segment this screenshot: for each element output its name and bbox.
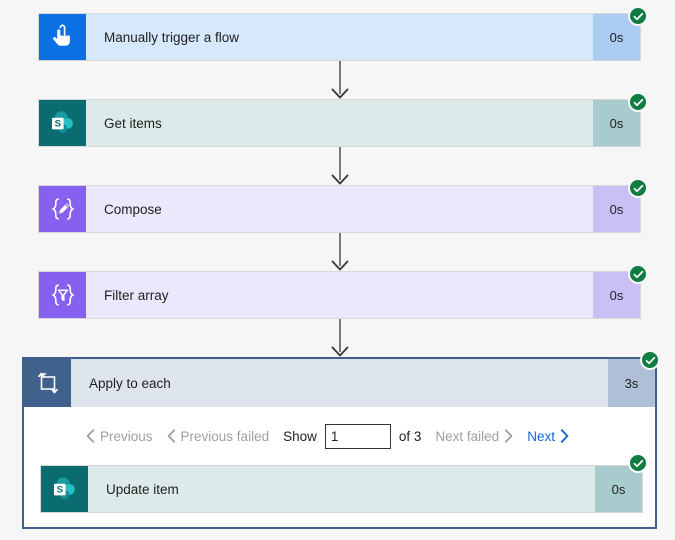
scope-pagination-toolbar: Previous Previous failed Show of 3 Next … [24, 415, 655, 457]
flow-step-manually-trigger-a-flow[interactable]: Manually trigger a flow 0s [38, 13, 641, 61]
sharepoint-icon: S [41, 466, 88, 512]
flow-step-compose[interactable]: Compose 0s [38, 185, 641, 233]
show-label: Show [283, 428, 317, 444]
touch-hand-icon [39, 14, 86, 60]
previous-label: Previous [100, 428, 153, 444]
status-badge-succeeded [628, 178, 648, 198]
status-badge-succeeded [628, 92, 648, 112]
status-badge-succeeded [628, 6, 648, 26]
svg-text:S: S [56, 484, 63, 495]
chevron-left-icon [167, 429, 175, 443]
sharepoint-icon: S [39, 100, 86, 146]
chevron-left-icon [86, 429, 95, 443]
flow-connector-arrow [327, 147, 353, 186]
next-label: Next [527, 428, 555, 444]
flow-step-update-item[interactable]: S Update item 0s [40, 465, 643, 513]
page-total-label: of 3 [398, 428, 422, 444]
flow-connector-arrow [327, 319, 353, 358]
flow-run-canvas: Manually trigger a flow 0s S Get items 0… [0, 0, 675, 540]
page-number-input[interactable] [324, 423, 391, 449]
previous-failed-button[interactable]: Previous failed [167, 428, 270, 444]
flow-scope-apply-to-each[interactable]: Apply to each 3s Previous Previous faile… [22, 357, 657, 529]
flow-connector-arrow [327, 61, 353, 100]
status-badge-succeeded [628, 264, 648, 284]
status-badge-succeeded [640, 350, 660, 370]
next-failed-button[interactable]: Next failed [435, 429, 513, 444]
flow-connector-arrow [327, 233, 353, 272]
compose-braces-pencil-icon [39, 186, 86, 232]
flow-step-duration: 0s [595, 466, 642, 512]
chevron-right-icon [505, 429, 513, 443]
flow-step-title: Compose [86, 186, 593, 232]
next-failed-label: Next failed [435, 428, 500, 444]
filter-funnel-braces-icon [39, 272, 86, 318]
status-badge-succeeded [628, 453, 648, 473]
flow-step-title: Filter array [86, 272, 593, 318]
svg-text:S: S [54, 118, 61, 129]
flow-step-title: Update item [88, 466, 595, 512]
flow-scope-title: Apply to each [71, 359, 608, 407]
flow-scope-body: Previous Previous failed Show of 3 Next … [24, 407, 655, 525]
flow-step-title: Manually trigger a flow [86, 14, 593, 60]
previous-button[interactable]: Previous [86, 429, 153, 444]
next-button[interactable]: Next [527, 429, 569, 444]
previous-failed-label: Previous failed [180, 428, 270, 444]
flow-scope-header[interactable]: Apply to each 3s [24, 359, 655, 407]
flow-step-get-items[interactable]: S Get items 0s [38, 99, 641, 147]
flow-step-filter-array[interactable]: Filter array 0s [38, 271, 641, 319]
flow-step-title: Get items [86, 100, 593, 146]
loop-repeat-icon [24, 359, 71, 407]
chevron-right-icon [560, 429, 569, 443]
